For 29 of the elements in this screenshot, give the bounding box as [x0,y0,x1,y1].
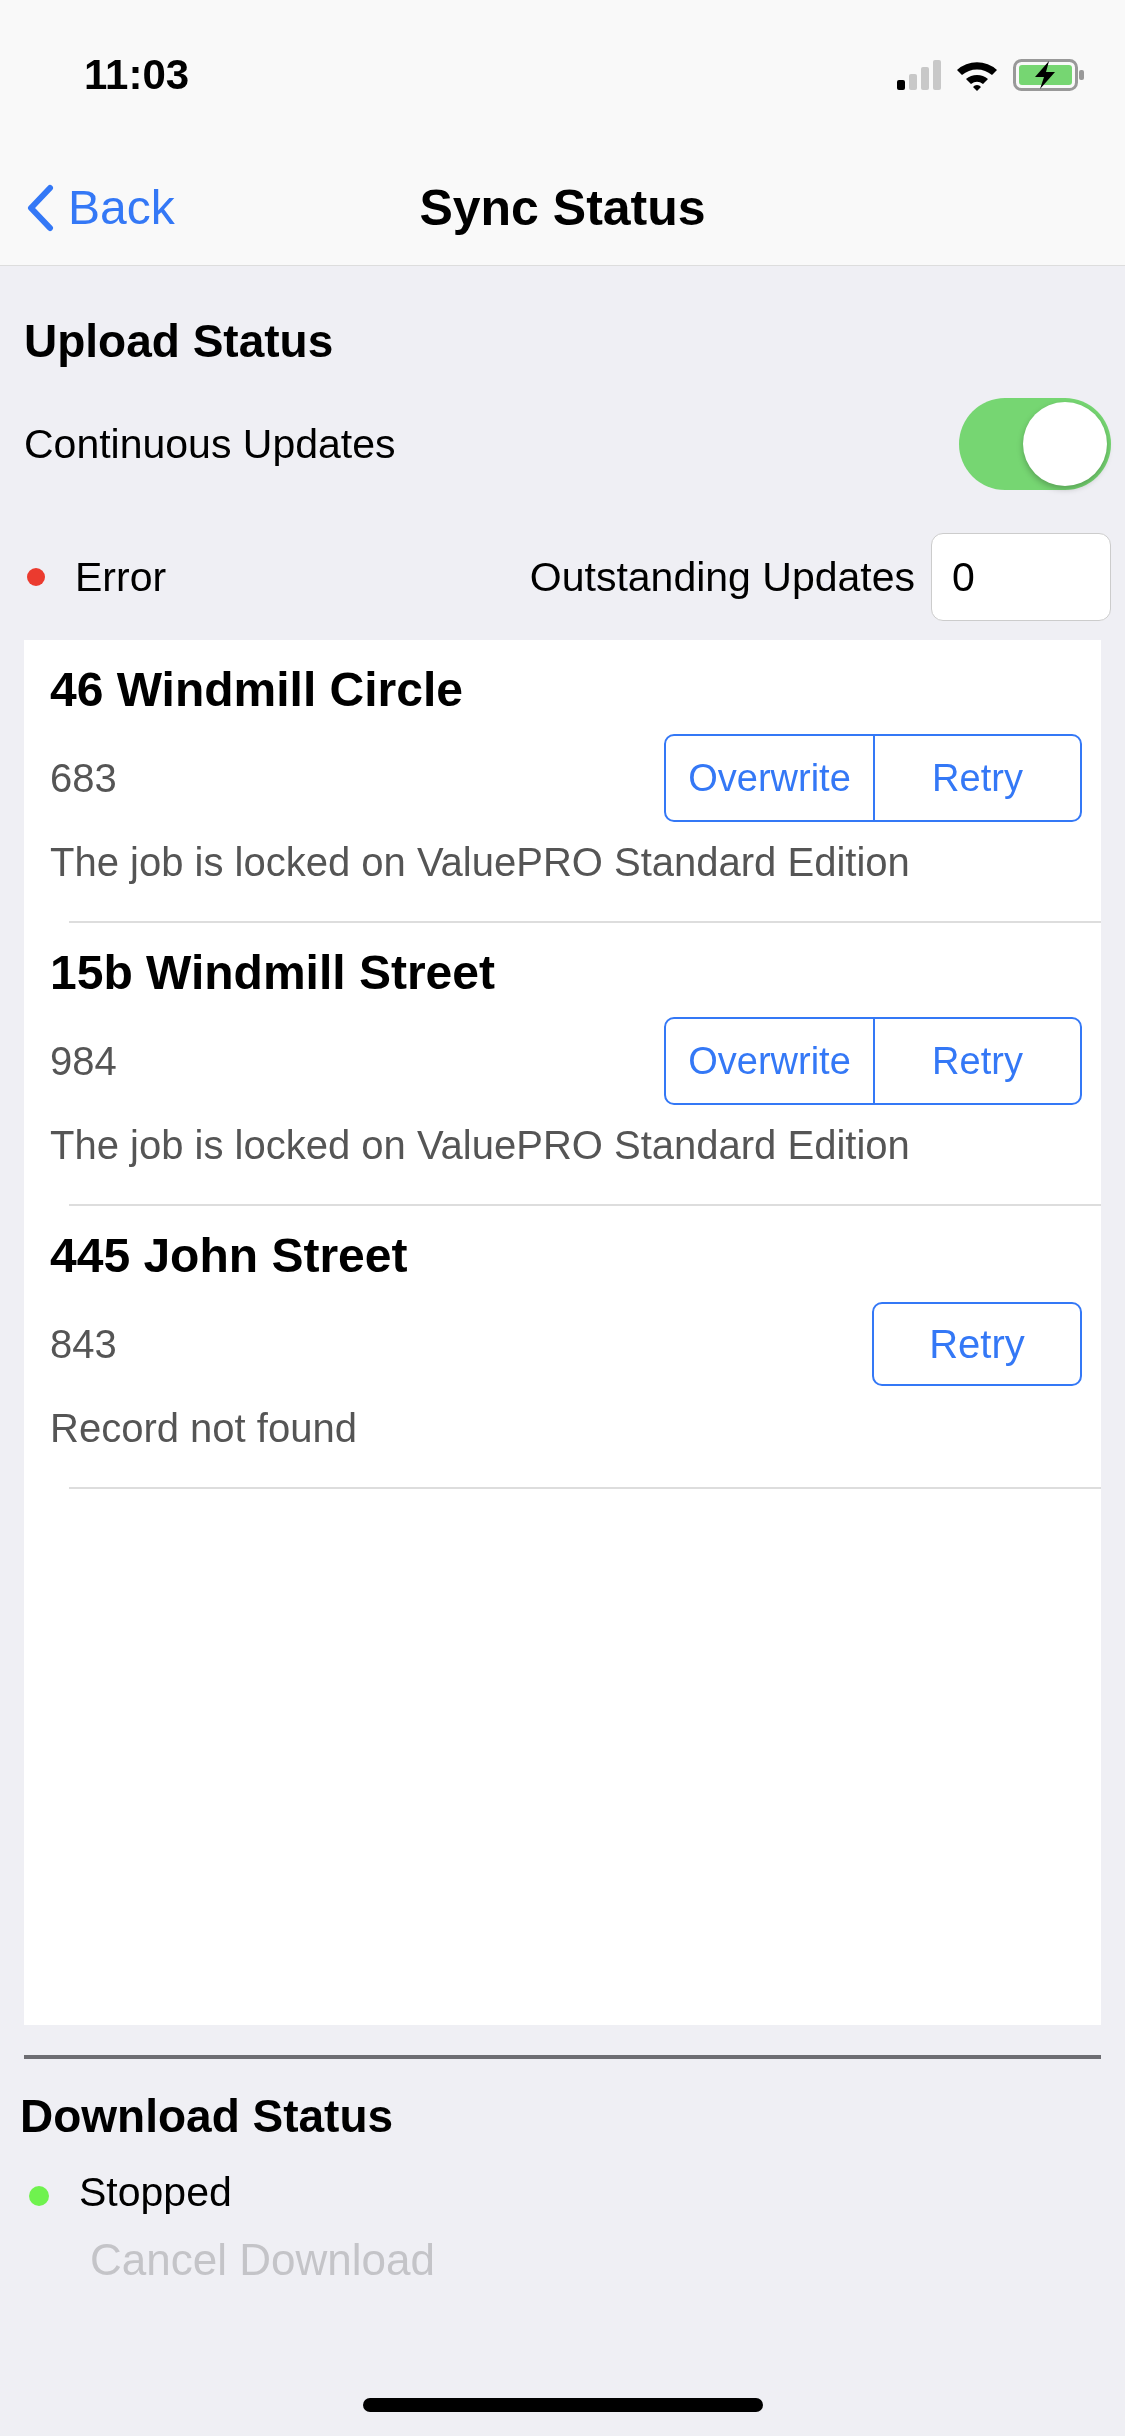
section-heading: Upload Status [24,314,335,368]
clock-time: 11:03 [84,51,190,99]
job-title: 445 John Street [50,1228,409,1284]
chevron-left-icon [26,183,54,232]
job-number: 984 [50,1038,117,1084]
back-button[interactable]: Back [0,180,175,235]
segment-button[interactable]: Overwrite [666,1019,873,1103]
job-number: 843 [50,1321,117,1367]
section-heading: Download Status [20,2089,395,2143]
wifi-icon [955,59,999,91]
retry-button[interactable]: Retry [872,1302,1082,1386]
job-title: 46 Windmill Circle [50,662,464,718]
toggle-label: Continuous Updates [24,420,396,468]
job-message: The job is locked on ValuePRO Standard Edition [50,839,911,885]
job-number: 683 [50,755,117,801]
back-label: Back [68,180,175,235]
job-message: Record not found [50,1405,358,1451]
outstanding-count-field[interactable]: 0 [931,533,1111,621]
segment-button[interactable]: Retry [873,736,1080,820]
segment-button[interactable]: Retry [873,1019,1080,1103]
job-message: The job is locked on ValuePRO Standard Edition [50,1122,911,1168]
segment-button[interactable]: Overwrite [666,736,873,820]
status-label: Error [75,553,167,601]
job-title: 15b Windmill Street [50,945,496,1001]
battery-charging-icon [1013,59,1085,91]
outstanding-label: Outstanding Updates [529,553,915,601]
status-label: Stopped [79,2168,232,2216]
signal-icon [897,60,941,90]
screen-title: Sync Status [419,178,706,237]
